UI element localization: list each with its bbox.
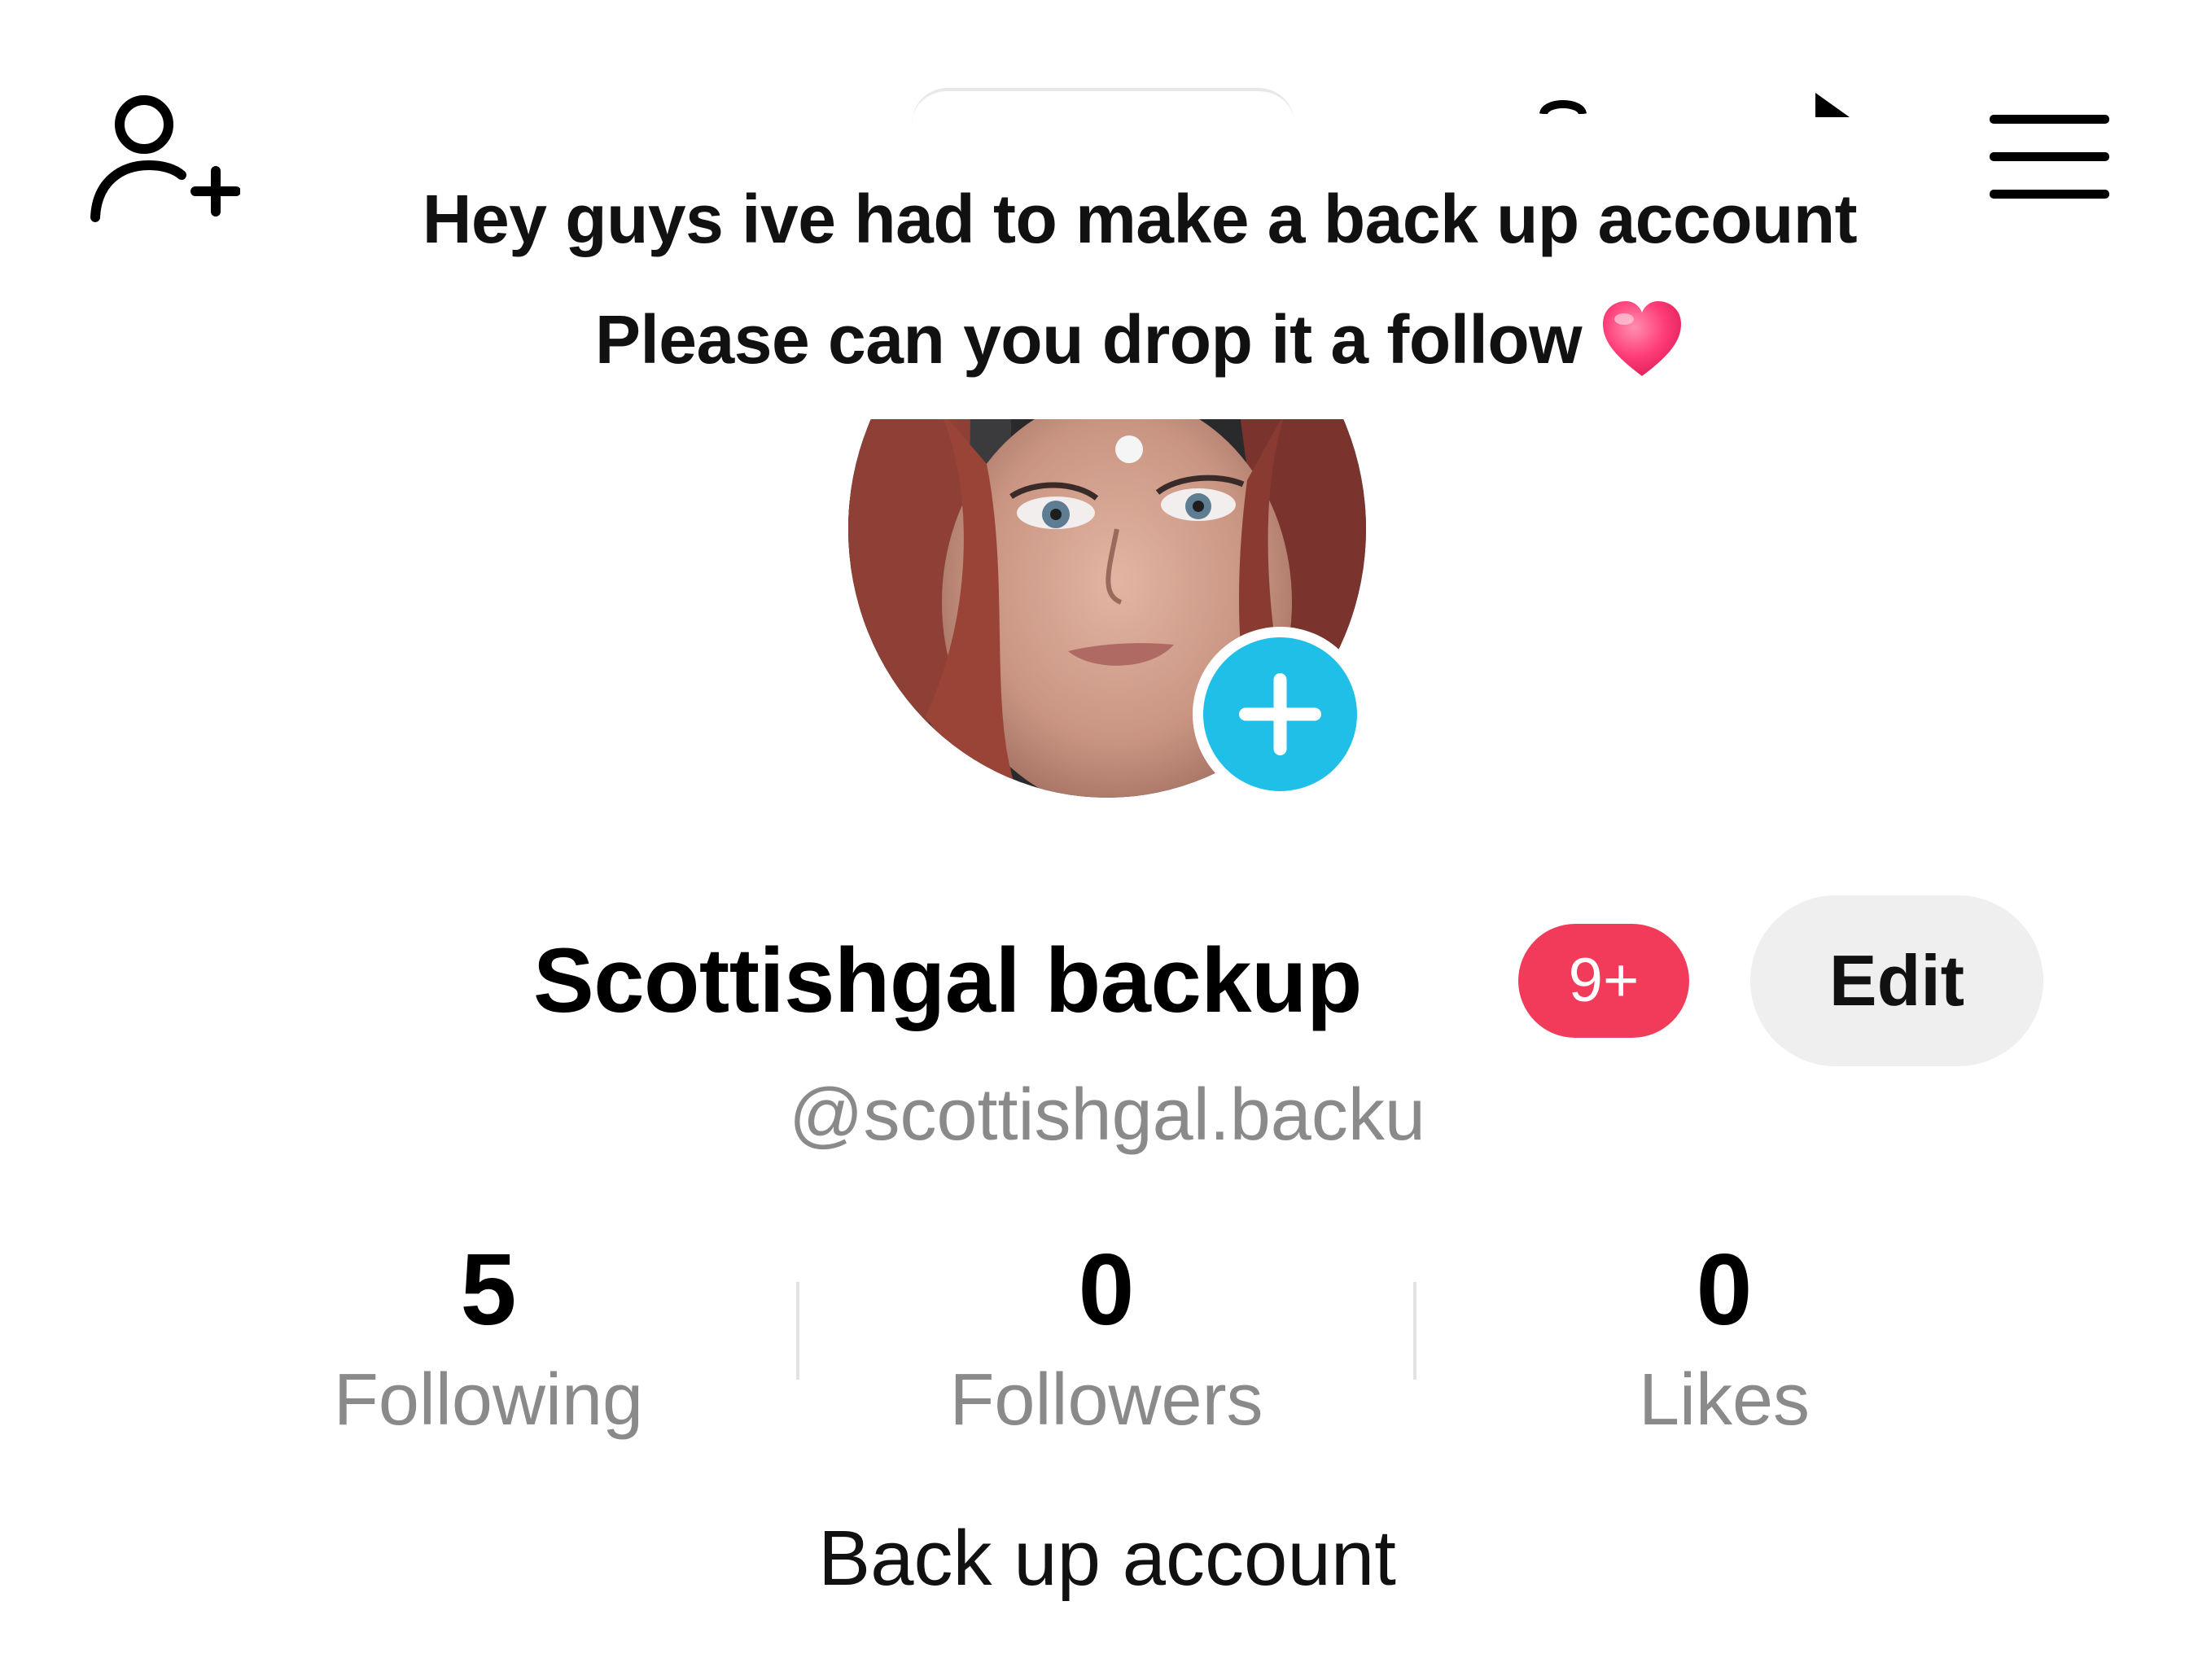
username: @scottishgal.backu: [789, 1074, 1425, 1156]
followers-count: 0: [1078, 1234, 1135, 1346]
add-photo-circle: [1203, 637, 1357, 791]
stat-following[interactable]: 5 Following: [204, 1229, 773, 1449]
following-label: Following: [333, 1359, 644, 1441]
following-count: 5: [460, 1234, 517, 1346]
bio-text: Back up account: [818, 1515, 1396, 1602]
obscured-header-element: [912, 88, 1294, 124]
stat-followers[interactable]: 0 Followers: [821, 1229, 1391, 1449]
obscured-icon: [1815, 93, 1850, 117]
likes-label: Likes: [1638, 1359, 1811, 1441]
caption-line-2: Please can you drop it a follow: [244, 279, 2035, 400]
add-photo-button[interactable]: [1193, 627, 1368, 802]
edit-button[interactable]: Edit: [1750, 895, 2043, 1066]
notification-badge[interactable]: 9+: [1518, 924, 1689, 1038]
caption-line-1: Hey guys ive had to make a back up accou…: [422, 181, 1858, 257]
heart-emoji-icon: [1603, 301, 1682, 376]
stat-divider: [796, 1282, 799, 1380]
obscured-icon: [1539, 100, 1587, 114]
stat-divider: [1413, 1282, 1416, 1380]
display-name: Scottishgal backup: [533, 930, 1362, 1031]
plus-icon: [1239, 673, 1321, 755]
likes-count: 0: [1696, 1234, 1753, 1346]
stat-likes[interactable]: 0 Likes: [1439, 1229, 2009, 1449]
caption-line-2-text: Please can you drop it a follow: [594, 301, 1583, 378]
person-add-icon: [90, 95, 241, 222]
followers-label: Followers: [949, 1359, 1263, 1441]
caption-overlay: Hey guys ive had to make a back up accou…: [244, 159, 2035, 400]
add-friend-button[interactable]: [85, 85, 241, 228]
